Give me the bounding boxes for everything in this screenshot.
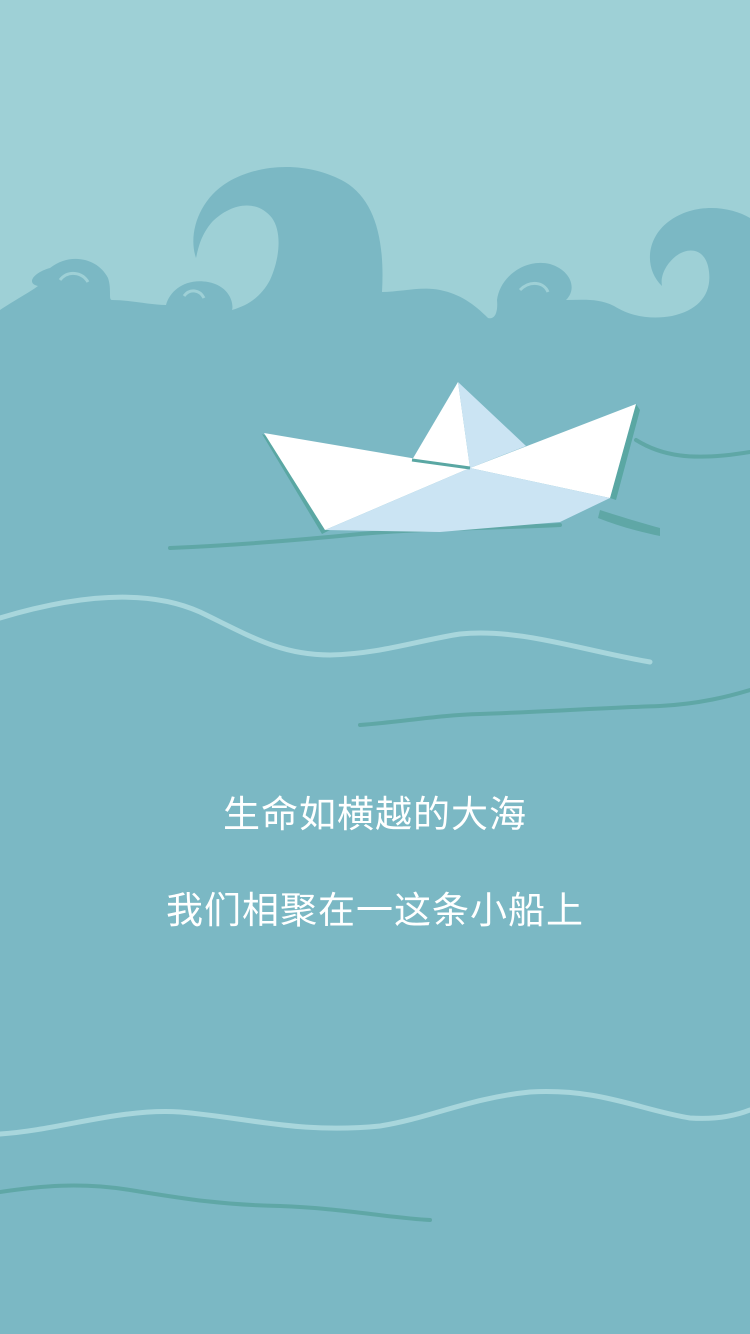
poem-line-1: 生命如横越的大海 bbox=[223, 793, 527, 836]
poem-line-2: 我们相聚在一这条小船上 bbox=[166, 889, 584, 932]
ocean-illustration bbox=[0, 0, 750, 1334]
sea-with-wave-crests bbox=[0, 167, 750, 1334]
